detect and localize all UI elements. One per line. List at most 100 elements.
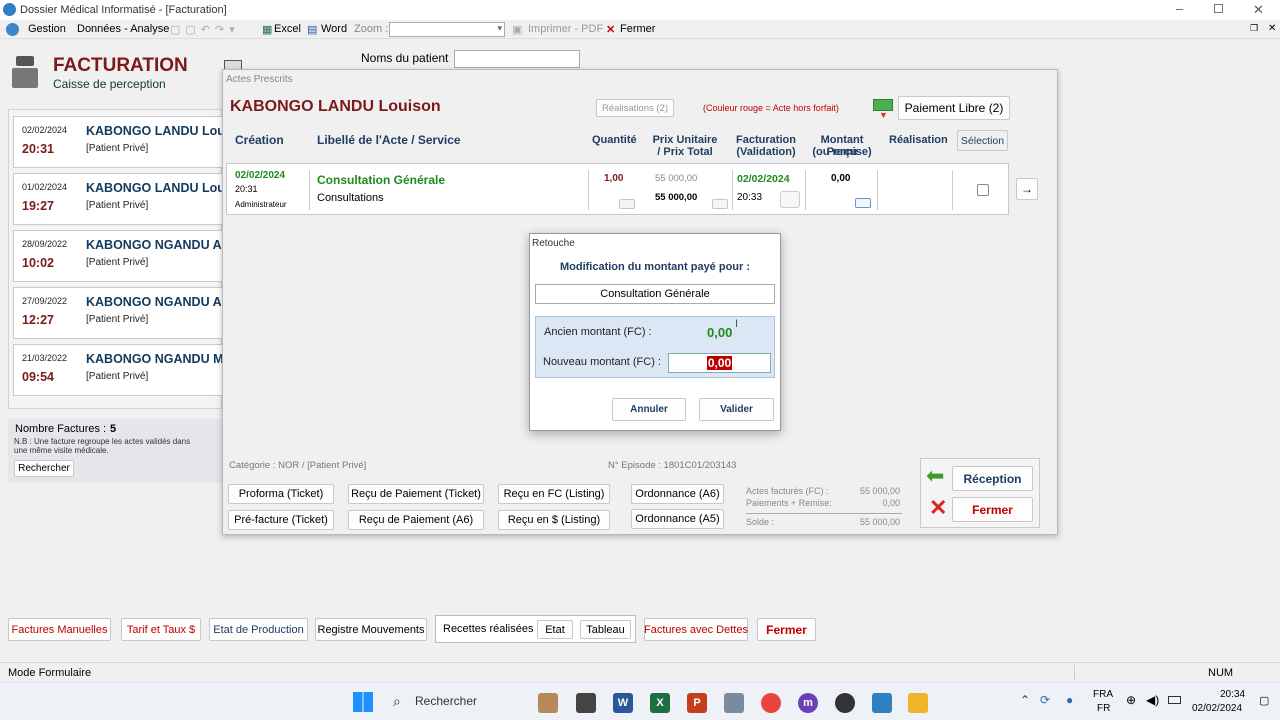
lang-primary[interactable]: FRA xyxy=(1093,689,1113,700)
menu-fermer[interactable]: Fermer xyxy=(620,23,655,35)
factures-value: 55 000,00 xyxy=(859,486,900,496)
prix-edit[interactable] xyxy=(712,199,728,209)
row-montant: 0,00 xyxy=(831,173,851,184)
close-icon: ✕ xyxy=(929,495,948,520)
tarif-taux-button[interactable]: Tarif et Taux $ xyxy=(121,618,201,641)
app-mu-icon[interactable]: m xyxy=(798,693,818,713)
col-remise: (ou remise) xyxy=(812,146,872,158)
registre-mouvements-button[interactable]: Registre Mouvements xyxy=(315,618,427,641)
count-note: N.B : Une facture regroupe les actes val… xyxy=(14,437,191,455)
status-num: NUM xyxy=(1208,667,1234,679)
table-row[interactable]: 02/02/2024 20:31 Administrateur Consulta… xyxy=(226,163,1009,215)
recu-fc-button[interactable]: Reçu en FC (Listing) xyxy=(498,484,610,504)
row-acte: Consultation Générale xyxy=(317,173,446,187)
menu-word[interactable]: Word xyxy=(321,23,347,35)
status-cell xyxy=(1074,665,1204,680)
fermer-dialog-button[interactable]: Fermer xyxy=(952,497,1033,522)
montant-edit[interactable] xyxy=(855,198,871,208)
invoice-card[interactable]: 01/02/2024 KABONGO LANDU Louison 19:27 [… xyxy=(13,173,225,225)
menu-imprimer-pdf[interactable]: Imprimer - PDF xyxy=(528,23,603,35)
col-realisation: Réalisation xyxy=(889,134,948,146)
realisations-button[interactable]: Réalisations (2) xyxy=(596,99,674,117)
categorie-info: Catégorie : NOR / [Patient Privé] xyxy=(229,460,367,471)
page-subtitle: Caisse de perception xyxy=(53,77,166,91)
taskbar-search[interactable]: Rechercher xyxy=(415,694,477,708)
windows-start-icon[interactable] xyxy=(353,692,373,712)
patient-name-select[interactable] xyxy=(454,50,580,68)
word-app-icon[interactable]: W xyxy=(613,693,633,713)
tools-icon[interactable] xyxy=(724,693,744,713)
nouveau-input[interactable]: 0,00 xyxy=(668,353,771,373)
amount-panel: Ancien montant (FC) : 0,00 Nouveau monta… xyxy=(535,316,775,378)
ordonnance-a5-button[interactable]: Ordonnance (A5) xyxy=(631,509,724,529)
recu-ticket-button[interactable]: Reçu de Paiement (Ticket) xyxy=(348,484,484,504)
invoice-time: 19:27 xyxy=(22,199,54,213)
obs-icon[interactable] xyxy=(835,693,855,713)
invoice-time: 12:27 xyxy=(22,313,54,327)
paiements-value: 0,00 xyxy=(882,498,900,508)
row-divider xyxy=(952,170,953,210)
mdi-restore-icon[interactable]: ❐ xyxy=(1250,23,1258,34)
invoice-card[interactable]: 21/03/2022 KABONGO NGANDU Michel 09:54 [… xyxy=(13,344,225,396)
menu-excel[interactable]: Excel xyxy=(274,23,301,35)
invoice-card[interactable]: 28/09/2022 KABONGO NGANDU Alain 10:02 [P… xyxy=(13,230,225,282)
selection-checkbox[interactable] xyxy=(977,184,989,196)
proforma-button[interactable]: Proforma (Ticket) xyxy=(228,484,334,504)
recettes-tableau-button[interactable]: Tableau xyxy=(580,620,631,639)
excel-app-icon[interactable]: X xyxy=(650,693,670,713)
medical-app-icon[interactable] xyxy=(872,693,892,713)
explorer-icon[interactable] xyxy=(908,693,928,713)
invoice-card[interactable]: 02/02/2024 KABONGO LANDU Louison 20:31 [… xyxy=(13,116,225,168)
close-icon[interactable]: ✕ xyxy=(1253,2,1264,18)
lang-secondary[interactable]: FR xyxy=(1097,703,1110,714)
ordonnance-a6-button[interactable]: Ordonnance (A6) xyxy=(631,484,724,504)
mdi-close-icon[interactable]: ✕ xyxy=(1268,23,1276,34)
notification-icon[interactable]: ▢ xyxy=(1259,694,1269,707)
invoice-type: [Patient Privé] xyxy=(86,257,149,268)
invoice-patient: KABONGO LANDU Louison xyxy=(86,124,225,138)
factures-dettes-button[interactable]: Factures avec Dettes xyxy=(644,618,748,641)
quantite-edit[interactable] xyxy=(619,199,635,209)
widget-icon[interactable] xyxy=(538,693,558,713)
chrome-icon[interactable] xyxy=(761,693,781,713)
paiements-label: Paiements + Remise: xyxy=(746,498,832,508)
tray-mic-icon[interactable]: ● xyxy=(1066,693,1073,707)
annuler-button[interactable]: Annuler xyxy=(612,398,686,421)
menu-gestion[interactable]: Gestion xyxy=(28,23,66,35)
network-icon[interactable]: ⊕ xyxy=(1126,693,1136,707)
search-button[interactable]: Rechercher xyxy=(14,460,74,477)
reception-button[interactable]: Réception xyxy=(952,466,1033,491)
paiement-libre-button[interactable]: Paiement Libre (2) xyxy=(898,96,1010,120)
row-fact-time: 20:33 xyxy=(737,192,763,203)
recettes-etat-button[interactable]: Etat xyxy=(537,620,573,639)
factures-manuelles-button[interactable]: Factures Manuelles xyxy=(8,618,111,641)
powerpoint-icon[interactable]: P xyxy=(687,693,707,713)
recu-usd-button[interactable]: Reçu en $ (Listing) xyxy=(498,510,610,530)
arrow-right-button[interactable]: → xyxy=(1016,178,1038,200)
restore-icon[interactable] xyxy=(1214,4,1223,13)
minimize-icon[interactable]: – xyxy=(1176,1,1183,16)
zoom-select[interactable]: ▾ xyxy=(389,22,505,37)
invoice-time: 20:31 xyxy=(22,142,54,156)
clock-time[interactable]: 20:34 xyxy=(1220,689,1245,700)
menu-donnees-analyse[interactable]: Données - Analyse xyxy=(77,23,169,35)
invoice-card[interactable]: 27/09/2022 KABONGO NGANDU Alain 12:27 [P… xyxy=(13,287,225,339)
zoom-label: Zoom : xyxy=(354,23,389,35)
clock-date[interactable]: 02/02/2024 xyxy=(1192,703,1242,714)
file-icon[interactable] xyxy=(576,693,596,713)
tray-chevron-icon[interactable]: ⌃ xyxy=(1020,693,1030,707)
page-title: FACTURATION xyxy=(53,55,188,76)
prefacture-button[interactable]: Pré-facture (Ticket) xyxy=(228,510,334,530)
nouveau-value: 0,00 xyxy=(706,356,733,370)
etat-production-button[interactable]: Etat de Production xyxy=(209,618,308,641)
selection-button[interactable]: Sélection xyxy=(957,130,1008,151)
validation-toggle[interactable] xyxy=(780,191,800,208)
tray-sync-icon[interactable]: ⟳ xyxy=(1040,693,1050,707)
actes-window-title: Actes Prescrits xyxy=(226,74,293,85)
valider-button[interactable]: Valider xyxy=(699,398,774,421)
invoice-time: 09:54 xyxy=(22,370,54,384)
battery-icon[interactable] xyxy=(1168,696,1181,704)
recu-a6-button[interactable]: Reçu de Paiement (A6) xyxy=(348,510,484,530)
volume-icon[interactable]: ◀) xyxy=(1146,693,1159,707)
fermer-button[interactable]: Fermer xyxy=(757,618,816,641)
